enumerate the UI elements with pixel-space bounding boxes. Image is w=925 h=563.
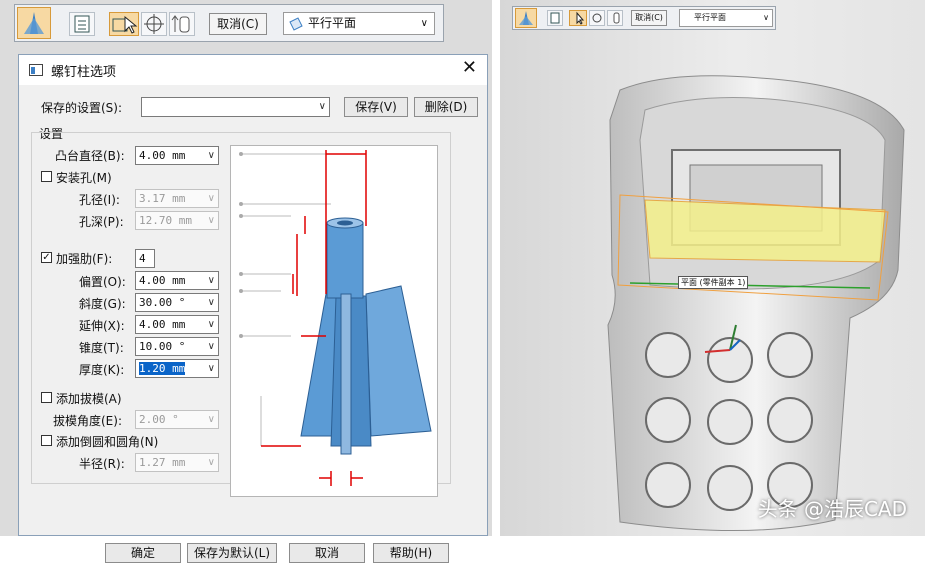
chevron-down-icon: ∨ bbox=[207, 150, 215, 161]
save-button[interactable]: 保存(V) bbox=[344, 97, 408, 117]
cancel-button[interactable]: 取消 bbox=[289, 543, 365, 563]
chevron-down-icon: ∨ bbox=[207, 363, 215, 374]
offset-value: 4.00 mm bbox=[139, 274, 186, 287]
radius-combo: 1.27 mm ∨ bbox=[135, 453, 219, 472]
help-button[interactable]: 帮助(H) bbox=[373, 543, 449, 563]
cad-viewport[interactable]: 取消(C) 平行平面 ∨ 平面 (零件副本 1) 头条 @浩辰CAD bbox=[500, 0, 925, 536]
leader-dots bbox=[239, 152, 243, 338]
rib-right bbox=[365, 285, 432, 437]
radius-value: 1.27 mm bbox=[139, 456, 186, 469]
fillet-checkbox[interactable] bbox=[41, 435, 52, 446]
hole-depth-label: 孔深(P): bbox=[79, 215, 124, 229]
dialog-body: 保存的设置(S): ∨ 保存(V) 删除(D) 设置 凸台直径(B): 4.00… bbox=[19, 85, 487, 563]
extension-value: 4.00 mm bbox=[139, 318, 186, 331]
extension-combo[interactable]: 4.00 mm ∨ bbox=[135, 315, 219, 334]
boss-options-dialog: 螺钉柱选项 ✕ 保存的设置(S): ∨ 保存(V) 删除(D) 设置 凸台直径(… bbox=[18, 54, 488, 563]
rib-left bbox=[300, 293, 337, 437]
fillet-label: 添加倒圆和圆角(N) bbox=[56, 435, 159, 449]
toolbar-cancel-button[interactable]: 取消(C) bbox=[209, 13, 267, 35]
chevron-down-icon: ∨ bbox=[207, 215, 215, 226]
plane-dropdown[interactable]: 平行平面 ∨ bbox=[283, 12, 435, 35]
boss-diameter-combo[interactable]: 4.00 mm ∨ bbox=[135, 146, 219, 165]
plane-icon bbox=[289, 17, 303, 31]
command-toolbar: 取消(C) 平行平面 ∨ bbox=[14, 4, 444, 42]
thickness-label: 厚度(K): bbox=[79, 363, 125, 377]
chevron-down-icon: ∨ bbox=[420, 18, 428, 29]
hole-diameter-combo: 3.17 mm ∨ bbox=[135, 189, 219, 208]
slope-value: 30.00 ° bbox=[139, 296, 186, 309]
boss-preview-diagram bbox=[230, 145, 438, 497]
chevron-down-icon: ∨ bbox=[207, 275, 215, 286]
chevron-down-icon: ∨ bbox=[207, 319, 215, 330]
part-model bbox=[607, 75, 905, 532]
slope-label: 斜度(G): bbox=[79, 297, 126, 311]
ribs-label: 加强肋(F): bbox=[56, 252, 113, 266]
point-button[interactable] bbox=[141, 12, 167, 36]
screw-boss-grid bbox=[645, 332, 813, 511]
hole-diameter-label: 孔径(I): bbox=[79, 193, 120, 207]
taper-label: 锥度(T): bbox=[79, 341, 124, 355]
chevron-down-icon: ∨ bbox=[207, 297, 215, 308]
options-list-icon bbox=[74, 15, 90, 33]
boss-diameter-value: 4.00 mm bbox=[139, 149, 186, 162]
close-icon[interactable]: ✕ bbox=[462, 57, 477, 78]
hole-diameter-value: 3.17 mm bbox=[139, 192, 186, 205]
crosshair-icon bbox=[144, 14, 164, 34]
chevron-down-icon: ∨ bbox=[207, 457, 215, 468]
draft-angle-label: 拔模角度(E): bbox=[53, 414, 122, 428]
taper-combo[interactable]: 10.00 ° ∨ bbox=[135, 337, 219, 356]
draft-angle-value: 2.00 ° bbox=[139, 413, 179, 426]
cylinder-direction-icon bbox=[171, 15, 190, 33]
dialog-title: 螺钉柱选项 bbox=[51, 65, 117, 80]
ribs-checkbox[interactable]: ✓ bbox=[41, 252, 52, 263]
mounting-hole-checkbox[interactable] bbox=[41, 171, 52, 182]
draft-checkbox[interactable] bbox=[41, 392, 52, 403]
draft-angle-combo: 2.00 ° ∨ bbox=[135, 410, 219, 429]
boss-hole bbox=[337, 220, 353, 226]
options-button[interactable] bbox=[69, 12, 95, 36]
chevron-down-icon: ∨ bbox=[207, 414, 215, 425]
dialog-window-icon bbox=[29, 64, 43, 76]
boss-diameter-label: 凸台直径(B): bbox=[55, 149, 125, 163]
mounting-hole-label: 安装孔(M) bbox=[56, 171, 112, 185]
slope-combo[interactable]: 30.00 ° ∨ bbox=[135, 293, 219, 312]
radius-label: 半径(R): bbox=[79, 457, 125, 471]
offset-label: 偏置(O): bbox=[79, 275, 126, 289]
chevron-down-icon: ∨ bbox=[318, 101, 326, 112]
draft-label: 添加拔模(A) bbox=[56, 392, 122, 406]
thickness-combo[interactable]: 1.20 mm ∨ bbox=[135, 359, 219, 378]
direction-button[interactable] bbox=[169, 12, 195, 36]
ribs-count-field[interactable]: 4 bbox=[135, 249, 155, 268]
saved-settings-label: 保存的设置(S): bbox=[41, 101, 123, 115]
plane-tag-label: 平面 (零件副本 1) bbox=[678, 276, 749, 289]
front-rib bbox=[340, 293, 352, 455]
boss-icon bbox=[24, 12, 44, 34]
saved-settings-combo[interactable]: ∨ bbox=[141, 97, 330, 117]
chevron-down-icon: ∨ bbox=[207, 341, 215, 352]
ok-button[interactable]: 确定 bbox=[105, 543, 181, 563]
chevron-down-icon: ∨ bbox=[207, 193, 215, 204]
watermark-text: 头条 @浩辰CAD bbox=[757, 497, 907, 521]
cursor-select-icon bbox=[112, 15, 138, 34]
hole-depth-combo: 12.70 mm ∨ bbox=[135, 211, 219, 230]
save-default-button[interactable]: 保存为默认(L) bbox=[187, 543, 277, 563]
extension-label: 延伸(X): bbox=[79, 319, 125, 333]
boss-command-button[interactable] bbox=[17, 7, 51, 39]
plane-dropdown-value: 平行平面 bbox=[308, 16, 357, 30]
offset-combo[interactable]: 4.00 mm ∨ bbox=[135, 271, 219, 290]
left-panel: 取消(C) 平行平面 ∨ 螺钉柱选项 ✕ 保存的设置(S): ∨ 保存(V) 删… bbox=[0, 0, 492, 563]
boss-cylinder bbox=[326, 222, 364, 299]
delete-button[interactable]: 删除(D) bbox=[414, 97, 478, 117]
hole-depth-value: 12.70 mm bbox=[139, 214, 192, 227]
thickness-value[interactable]: 1.20 mm bbox=[139, 362, 186, 375]
select-button[interactable] bbox=[109, 12, 139, 36]
taper-value: 10.00 ° bbox=[139, 340, 186, 353]
